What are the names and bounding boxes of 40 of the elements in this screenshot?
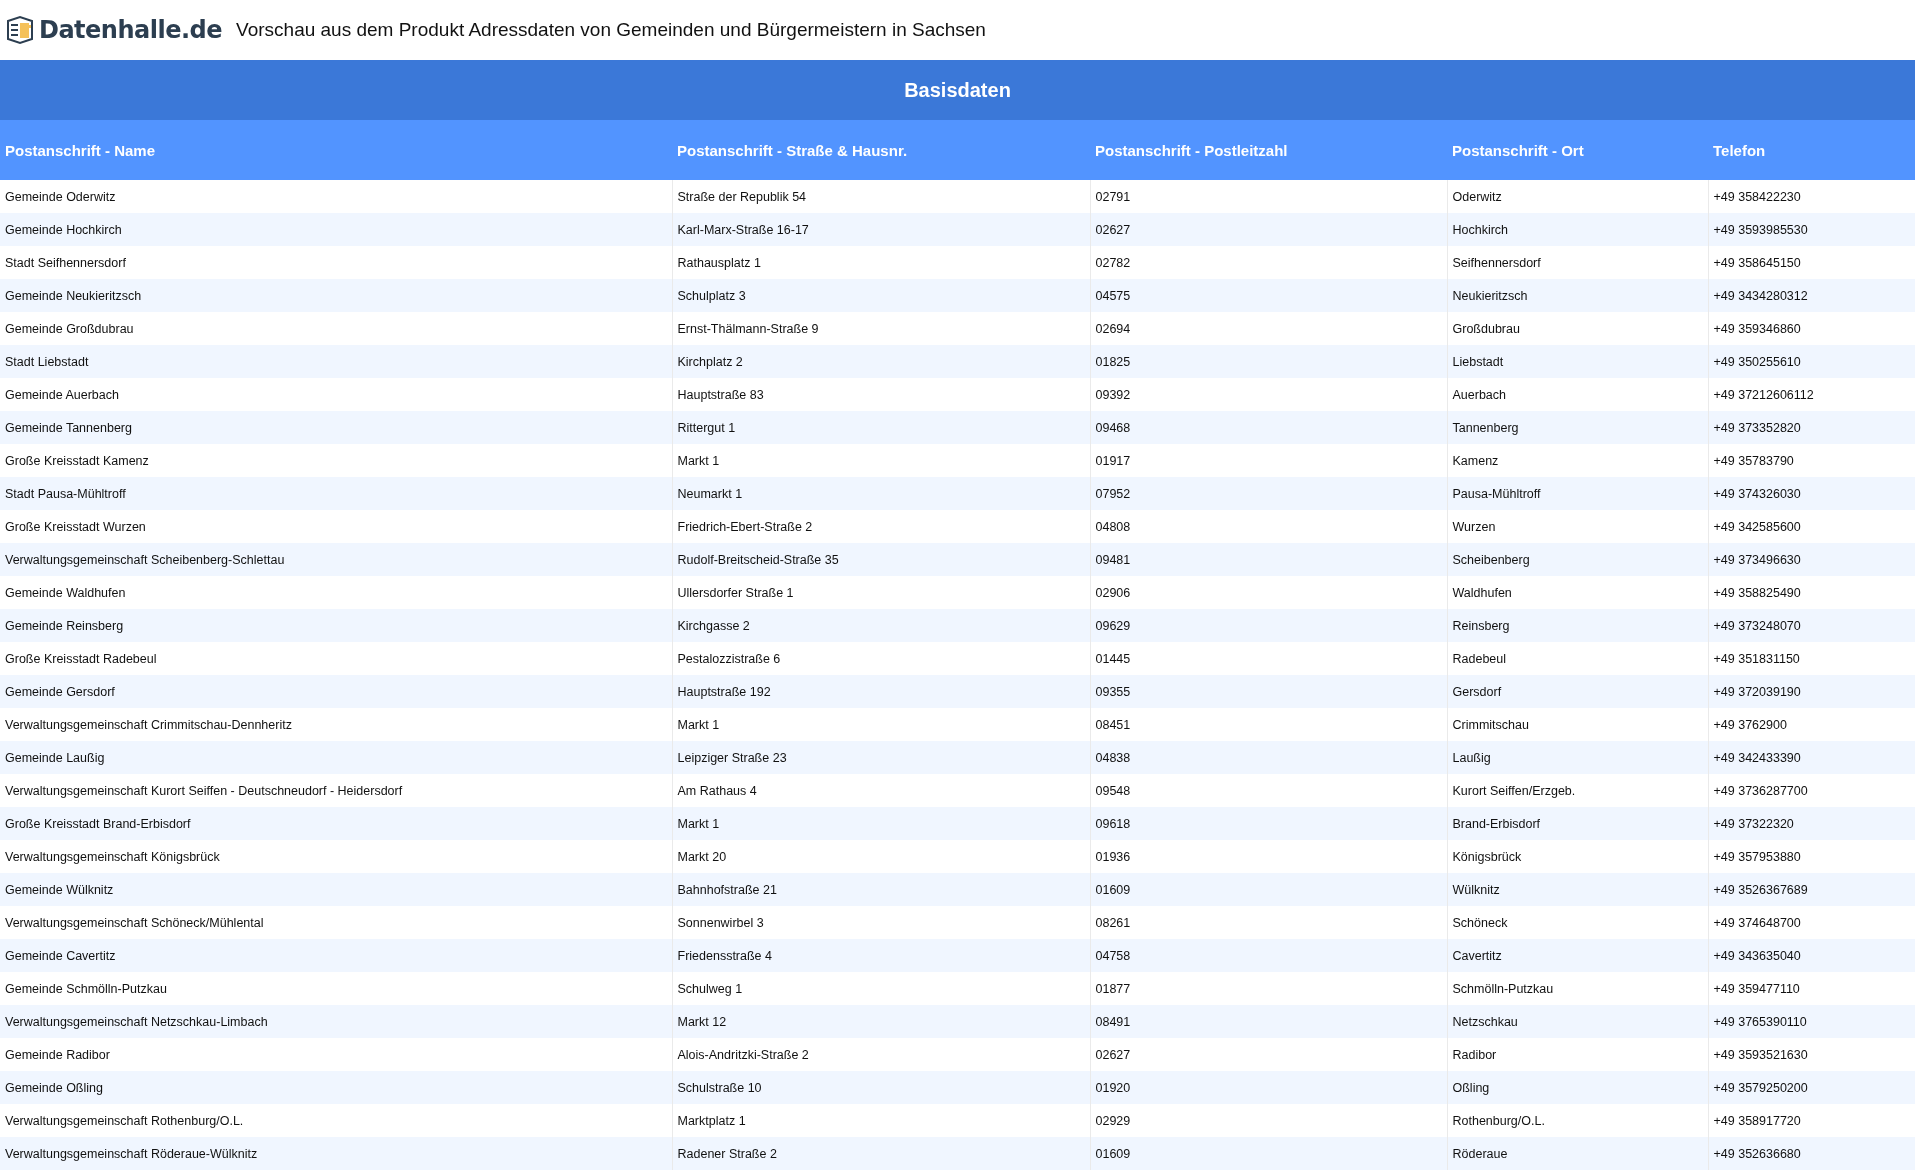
column-header: Postanschrift - Ort <box>1447 120 1708 180</box>
table-cell: Gemeinde Großdubrau <box>0 312 672 345</box>
column-header: Postanschrift - Postleitzahl <box>1090 120 1447 180</box>
table-cell: Verwaltungsgemeinschaft Netzschkau-Limbach <box>0 1005 672 1038</box>
table-cell: +49 352636680 <box>1708 1137 1915 1170</box>
column-header: Postanschrift - Straße & Hausnr. <box>672 120 1090 180</box>
table-cell: Gemeinde Gersdorf <box>0 675 672 708</box>
table-caption: Basisdaten <box>0 60 1915 120</box>
column-header: Postanschrift - Name <box>0 120 672 180</box>
table-cell: Große Kreisstadt Kamenz <box>0 444 672 477</box>
table-cell: Verwaltungsgemeinschaft Schöneck/Mühlental <box>0 906 672 939</box>
table-cell: Große Kreisstadt Brand-Erbisdorf <box>0 807 672 840</box>
table-cell: Verwaltungsgemeinschaft Crimmitschau-Dennheritz <box>0 708 672 741</box>
table-cell: Gemeinde Tannenberg <box>0 411 672 444</box>
table-cell: Verwaltungsgemeinschaft Röderaue-Wülknitz <box>0 1137 672 1170</box>
table-cell: Verwaltungsgemeinschaft Kurort Seiffen - Deutschneudorf - Heidersdorf <box>0 774 672 807</box>
logo-text[interactable]: Datenhalle.de <box>39 16 223 44</box>
table-cell: Verwaltungsgemeinschaft Rothenburg/O.L. <box>0 1104 672 1137</box>
table-cell: Gemeinde Auerbach <box>0 378 672 411</box>
table-cell: Verwaltungsgemeinschaft Königsbrück <box>0 840 672 873</box>
table-cell: Gemeinde Schmölln-Putzkau <box>0 972 672 1005</box>
table-cell: Verwaltungsgemeinschaft Scheibenberg-Schlettau <box>0 543 672 576</box>
table-cell: Gemeinde Laußig <box>0 741 672 774</box>
column-header: Telefon <box>1708 120 1915 180</box>
table-cell: 01609 <box>1090 1137 1447 1170</box>
table-cell: Stadt Pausa-Mühltroff <box>0 477 672 510</box>
table-cell: Gemeinde Radibor <box>0 1038 672 1071</box>
logo-icon <box>5 15 35 45</box>
table-cell: Stadt Seifhennersdorf <box>0 246 672 279</box>
table-cell: Gemeinde Oderwitz <box>0 180 672 213</box>
table-cell: Gemeinde Wülknitz <box>0 873 672 906</box>
table-cell: Gemeinde Reinsberg <box>0 609 672 642</box>
table-cell: Gemeinde Oßling <box>0 1071 672 1104</box>
page-title: Vorschau aus dem Produkt Adressdaten von Gemeinden und Bürgermeistern in Sachsen <box>236 19 986 41</box>
table-cell: Radener Straße 2 <box>672 1137 1090 1170</box>
table-cell: Große Kreisstadt Wurzen <box>0 510 672 543</box>
table-cell: Röderaue <box>1447 1137 1708 1170</box>
table-cell: Gemeinde Waldhufen <box>0 576 672 609</box>
table-cell: Große Kreisstadt Radebeul <box>0 642 672 675</box>
table-cell: Gemeinde Cavertitz <box>0 939 672 972</box>
